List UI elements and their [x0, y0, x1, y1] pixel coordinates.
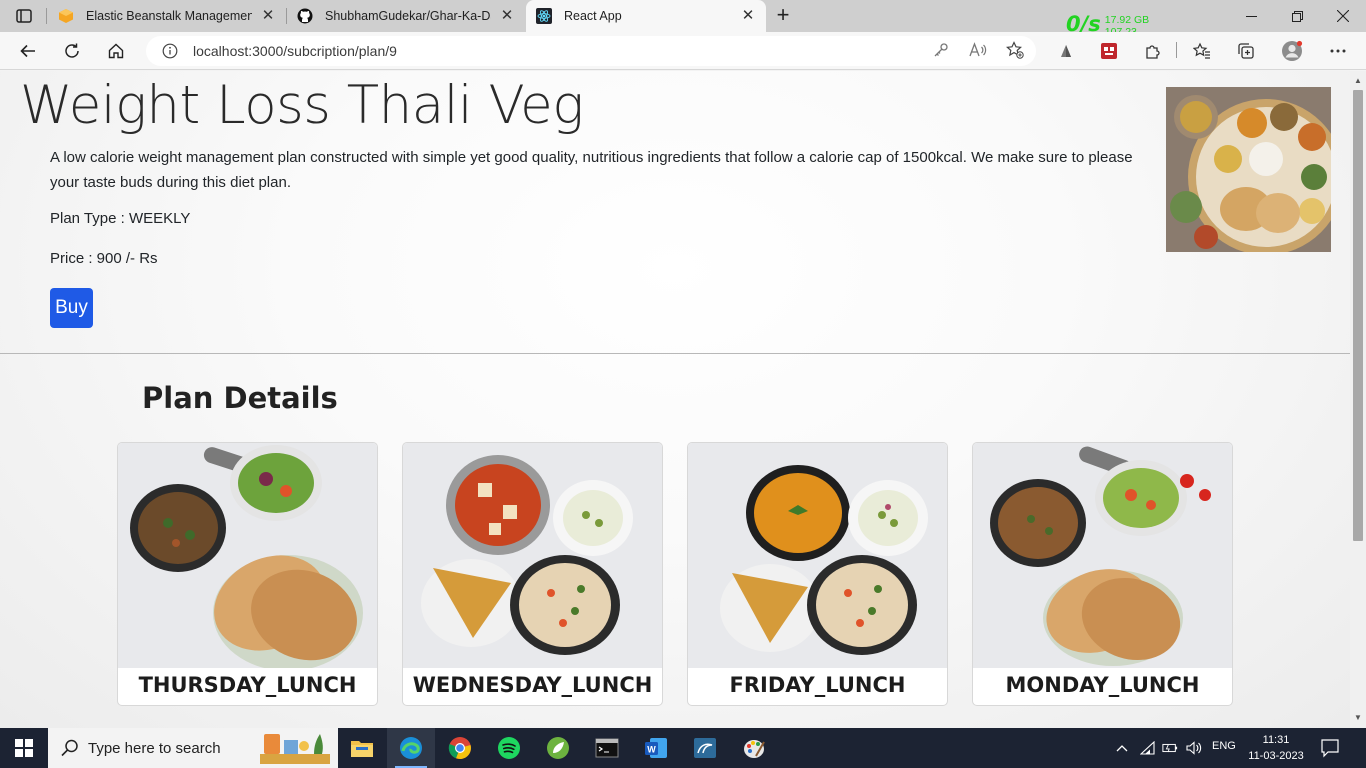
chrome-icon[interactable] [436, 728, 484, 768]
more-menu-icon[interactable] [1322, 35, 1354, 67]
meal-label: MONDAY_LUNCH [1005, 673, 1200, 697]
scroll-up-icon[interactable]: ▲ [1350, 73, 1366, 89]
tab-title: ShubhamGudekar/Ghar-Ka-Dabb [325, 9, 491, 23]
show-hidden-icons-icon[interactable] [1114, 740, 1130, 756]
terminal-icon[interactable] [583, 728, 631, 768]
meal-image [688, 443, 947, 668]
search-placeholder: Type here to search [88, 739, 221, 757]
clock-date: 11-03-2023 [1248, 750, 1304, 762]
network-wifi-icon[interactable] [1140, 740, 1156, 756]
windows-taskbar: Type here to search W ENG 11:31 11-03-20… [0, 728, 1366, 768]
meal-image [118, 443, 377, 668]
meal-label: FRIDAY_LUNCH [729, 673, 906, 697]
section-divider [0, 353, 1350, 354]
spotify-icon[interactable] [485, 728, 533, 768]
page-viewport: Weight Loss Thali Veg A low calorie weig… [0, 71, 1350, 728]
meal-label: THURSDAY_LUNCH [138, 673, 357, 697]
close-icon[interactable]: ✕ [499, 8, 515, 24]
scrollbar-thumb[interactable] [1353, 90, 1363, 541]
paint-icon[interactable] [730, 728, 778, 768]
tab-title: React App [564, 9, 622, 23]
thali-image [1166, 87, 1331, 252]
tab-github[interactable]: ShubhamGudekar/Ghar-Ka-Dabb ✕ [287, 0, 525, 32]
meal-card[interactable]: FRIDAY_LUNCH [687, 442, 948, 706]
buy-button[interactable]: Buy [50, 288, 93, 328]
new-tab-button[interactable]: + [770, 4, 796, 28]
extensions-puzzle-icon[interactable] [1137, 35, 1169, 67]
plan-description: A low calorie weight management plan con… [50, 149, 1133, 191]
word-icon[interactable]: W [632, 728, 680, 768]
key-icon[interactable] [926, 35, 956, 65]
meal-image [973, 443, 1232, 668]
address-bar[interactable]: localhost:3000/subcription/plan/9 [146, 36, 1036, 66]
meal-label: WEDNESDAY_LUNCH [412, 673, 653, 697]
extension-red-icon[interactable] [1093, 35, 1125, 67]
react-icon [536, 8, 552, 24]
minimize-button[interactable] [1228, 0, 1274, 32]
windows-start-icon[interactable] [0, 728, 48, 768]
extension-icon[interactable] [1050, 35, 1082, 67]
plan-price: Price : 900 /- Rs [50, 250, 158, 267]
tab-elastic-beanstalk[interactable]: Elastic Beanstalk Management Co ✕ [48, 0, 286, 32]
tab-react-app[interactable]: React App ✕ [526, 0, 766, 32]
plan-type: Plan Type : WEEKLY [50, 210, 191, 227]
read-aloud-icon[interactable] [963, 35, 993, 65]
home-icon[interactable] [100, 35, 132, 67]
refresh-icon[interactable] [56, 35, 88, 67]
collections-icon[interactable] [1230, 35, 1262, 67]
url-text[interactable]: localhost:3000/subcription/plan/9 [193, 43, 397, 59]
memory-top: 17.92 GB [1104, 14, 1150, 26]
aws-icon [58, 8, 74, 24]
info-icon[interactable] [162, 43, 178, 59]
close-icon[interactable]: ✕ [260, 8, 276, 24]
mysql-workbench-icon[interactable] [681, 728, 729, 768]
edge-browser-icon[interactable] [387, 728, 435, 768]
add-favorite-icon[interactable] [1000, 35, 1030, 65]
profile-avatar-icon[interactable] [1276, 35, 1308, 67]
battery-icon[interactable] [1162, 740, 1178, 756]
scroll-down-icon[interactable]: ▼ [1350, 710, 1366, 726]
taskbar-clock[interactable]: 11:31 11-03-2023 [1244, 732, 1308, 764]
file-explorer-icon[interactable] [338, 728, 386, 768]
tab-title: Elastic Beanstalk Management Co [86, 9, 252, 23]
svg-text:W: W [647, 745, 656, 755]
clock-time: 11:31 [1262, 734, 1290, 746]
meal-card[interactable]: WEDNESDAY_LUNCH [402, 442, 663, 706]
page-scrollbar[interactable]: ▲ ▼ [1350, 71, 1366, 728]
search-icon [60, 738, 80, 758]
close-icon[interactable]: ✕ [740, 8, 756, 24]
close-window-button[interactable] [1320, 0, 1366, 32]
browser-tab-strip: Elastic Beanstalk Management Co ✕ Shubha… [0, 0, 1366, 38]
back-icon[interactable] [12, 35, 44, 67]
spring-tool-icon[interactable] [534, 728, 582, 768]
meal-card[interactable]: THURSDAY_LUNCH [117, 442, 378, 706]
github-icon [297, 8, 313, 24]
tab-separator [46, 8, 47, 24]
notifications-icon[interactable] [1320, 738, 1340, 758]
meal-image [403, 443, 662, 668]
restore-button[interactable] [1274, 0, 1320, 32]
tab-actions-icon[interactable] [8, 5, 40, 27]
meal-card[interactable]: MONDAY_LUNCH [972, 442, 1233, 706]
volume-icon[interactable] [1186, 740, 1202, 756]
search-highlight-illustration [260, 734, 330, 764]
favorites-icon[interactable] [1186, 35, 1218, 67]
browser-toolbar: localhost:3000/subcription/plan/9 [0, 32, 1366, 70]
plan-details-heading: Plan Details [142, 381, 338, 415]
toolbar-separator [1176, 42, 1177, 58]
language-indicator[interactable]: ENG [1212, 740, 1236, 752]
plan-title: Weight Loss Thali Veg [20, 75, 584, 136]
taskbar-search[interactable]: Type here to search [48, 728, 338, 768]
